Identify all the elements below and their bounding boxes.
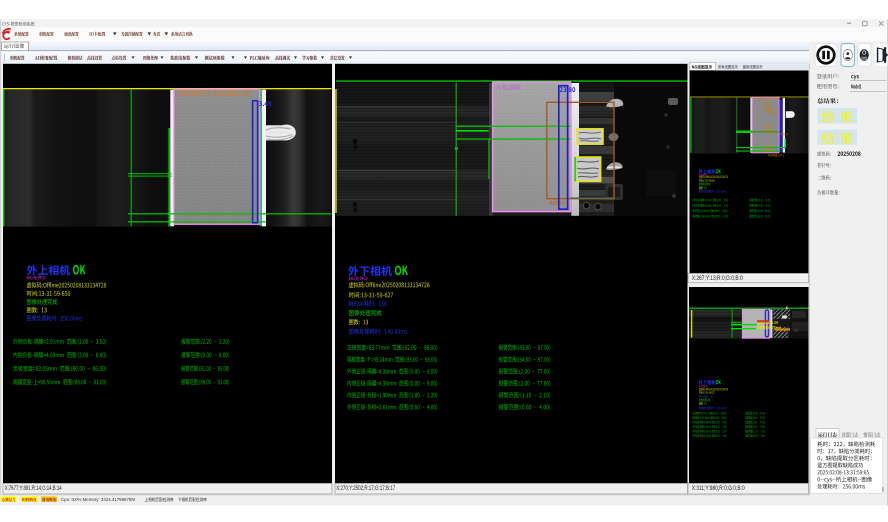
svg-text:X:270;Y:2502;R:17;G:17;B:17: X:270;Y:2502;R:17;G:17;B:17 bbox=[336, 485, 395, 492]
svg-text:X:7677;Y:891;R:14;G:14;B:14: X:7677;Y:891;R:14;G:14;B:14 bbox=[5, 485, 62, 492]
svg-text:Cpu: 0.0% Memory: 3424.4179687: Cpu: 0.0% Memory: 3424.41796875M bbox=[61, 497, 135, 503]
svg-text:X:267;Y:13;R:0;G:0;B:0: X:267;Y:13;R:0;G:0;B:0 bbox=[692, 275, 743, 282]
svg-text:X:311;Y:980;R:0;G:0;B:0: X:311;Y:980;R:0;G:0;B:0 bbox=[692, 485, 745, 492]
